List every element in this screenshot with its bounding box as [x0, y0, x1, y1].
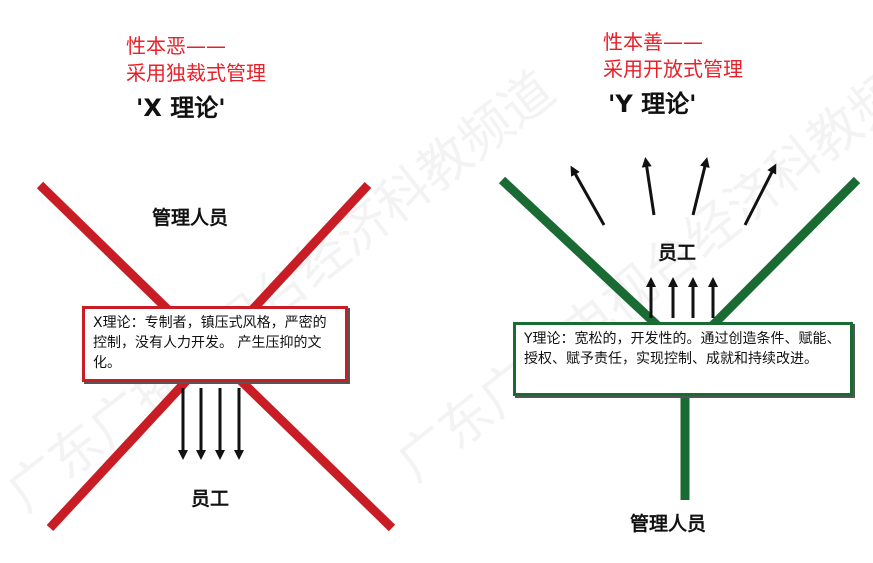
diagram-canvas: 广东广播电视台经济科教频道 广东广播电视台经济科教频道 性本恶—— 采用独裁式管…: [0, 0, 873, 563]
fan-arrow: [743, 163, 777, 226]
left-caption-line2: 采用独裁式管理: [126, 61, 266, 85]
fan-arrow: [691, 157, 710, 216]
left-bottom-label: 员工: [191, 488, 230, 510]
x-theory-box: X理论：专制者，镇压式风格，严密的控制，没有人力开发。 产生压抑的文化。: [82, 306, 348, 382]
y-theory-fan-arrows: [570, 157, 777, 226]
left-top-label: 管理人员: [152, 207, 229, 229]
y-theory-box: Y理论：宽松的，开发性的。通过创造条件、赋能、授权、赋予责任，实现控制、成就和持…: [513, 322, 853, 396]
green-line-right: [708, 176, 861, 330]
y-theory-up-arrows: [646, 277, 718, 318]
right-bottom-label: 管理人员: [630, 513, 707, 535]
right-title: 'Y 理论': [608, 90, 697, 118]
fan-arrow: [570, 165, 606, 226]
left-caption-line1: 性本恶——: [126, 34, 226, 58]
right-caption-line2: 采用开放式管理: [603, 57, 743, 81]
right-caption-line1: 性本善——: [603, 30, 703, 54]
x-theory-down-arrows: [178, 388, 244, 460]
green-line-left: [498, 176, 662, 330]
fan-arrow: [641, 157, 656, 216]
right-top-label: 员工: [658, 242, 697, 264]
left-title: 'X 理论': [136, 94, 226, 122]
